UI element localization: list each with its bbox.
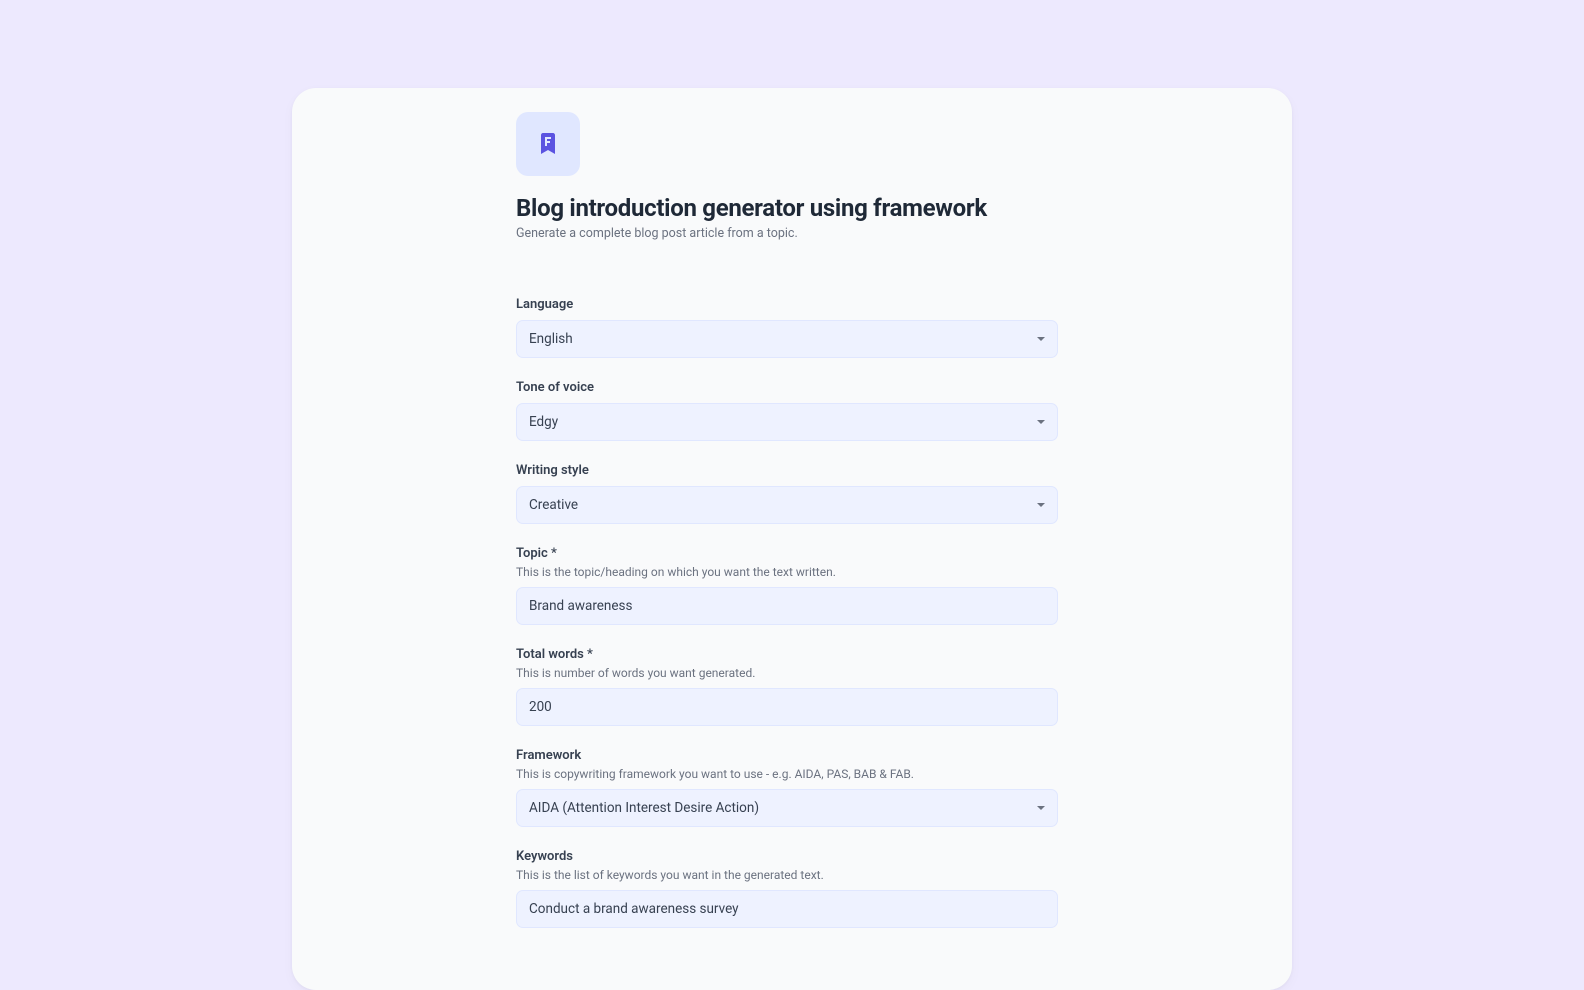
tone-group: Tone of voice Edgy: [516, 380, 1020, 441]
framework-value: AIDA (Attention Interest Desire Action): [529, 800, 759, 816]
style-select[interactable]: Creative: [516, 486, 1058, 524]
total-words-label: Total words *: [516, 647, 1020, 662]
language-select[interactable]: English: [516, 320, 1058, 358]
topic-description: This is the topic/heading on which you w…: [516, 565, 1020, 579]
page-title: Blog introduction generator using framew…: [516, 194, 1020, 222]
style-value: Creative: [529, 497, 578, 513]
style-label: Writing style: [516, 463, 1020, 478]
topic-group: Topic * This is the topic/heading on whi…: [516, 546, 1020, 625]
total-words-group: Total words * This is number of words yo…: [516, 647, 1020, 726]
tone-select[interactable]: Edgy: [516, 403, 1058, 441]
keywords-label: Keywords: [516, 849, 1020, 864]
keywords-description: This is the list of keywords you want in…: [516, 868, 1020, 882]
topic-label: Topic *: [516, 546, 1020, 561]
page-subtitle: Generate a complete blog post article fr…: [516, 226, 1020, 241]
language-value: English: [529, 331, 573, 347]
chevron-down-icon: [1037, 420, 1045, 424]
style-group: Writing style Creative: [516, 463, 1020, 524]
app-icon-box: [516, 112, 580, 176]
chevron-down-icon: [1037, 503, 1045, 507]
framework-label: Framework: [516, 748, 1020, 763]
keywords-group: Keywords This is the list of keywords yo…: [516, 849, 1020, 928]
language-group: Language English: [516, 297, 1020, 358]
chevron-down-icon: [1037, 337, 1045, 341]
bookmark-f-icon: [536, 132, 560, 156]
framework-group: Framework This is copywriting framework …: [516, 748, 1020, 827]
language-label: Language: [516, 297, 1020, 312]
framework-description: This is copywriting framework you want t…: [516, 767, 1020, 781]
total-words-input[interactable]: [516, 688, 1058, 726]
framework-select[interactable]: AIDA (Attention Interest Desire Action): [516, 789, 1058, 827]
total-words-description: This is number of words you want generat…: [516, 666, 1020, 680]
form-card: Blog introduction generator using framew…: [292, 88, 1292, 990]
topic-input[interactable]: [516, 587, 1058, 625]
chevron-down-icon: [1037, 806, 1045, 810]
keywords-input[interactable]: [516, 890, 1058, 928]
tone-value: Edgy: [529, 414, 558, 430]
tone-label: Tone of voice: [516, 380, 1020, 395]
